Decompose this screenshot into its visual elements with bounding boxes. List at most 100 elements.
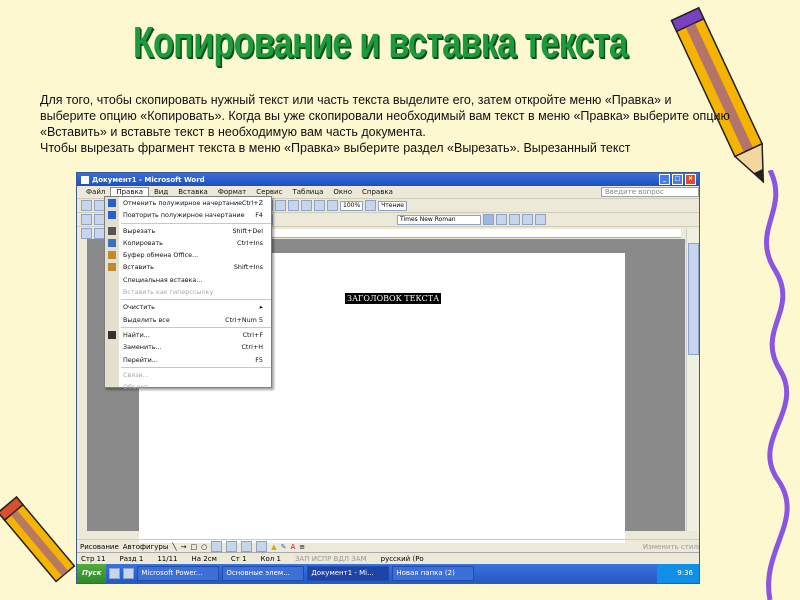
menu-item-label: Вставить как гиперссылку <box>123 288 214 297</box>
view-icon[interactable] <box>81 228 92 239</box>
start-button[interactable]: Пуск <box>77 564 107 583</box>
menu-item[interactable]: Очистить ▸ <box>105 301 271 313</box>
maximize-icon[interactable]: □ <box>672 174 683 185</box>
paragraph-cut: Чтобы вырезать фрагмент текста в меню «П… <box>40 141 631 155</box>
menu-item[interactable]: Найти... Ctrl+F <box>105 329 271 341</box>
undo-icon <box>108 199 116 207</box>
clipboard-icon <box>108 251 116 260</box>
spelling-icon[interactable] <box>81 214 92 225</box>
paragraph-mark-icon[interactable] <box>327 200 338 211</box>
line-color-icon[interactable]: ✎ <box>281 543 287 551</box>
taskbar-item-active[interactable]: Документ1 - Mi... <box>307 566 390 581</box>
clock: 9:36 <box>657 564 699 583</box>
underline-icon[interactable] <box>509 214 520 225</box>
autoshapes-menu[interactable]: Автофигуры <box>123 543 169 551</box>
vertical-scrollbar[interactable] <box>686 229 699 531</box>
menu-item-shortcut: ▸ <box>259 303 263 312</box>
status-modes: ЗАП ИСПР ВДЛ ЗАМ <box>294 554 367 563</box>
status-language: русский (Ро <box>380 554 424 563</box>
slide: Копирование и вставка текста Для того, ч… <box>0 0 800 600</box>
menu-item[interactable]: Заменить... Ctrl+H <box>105 341 271 353</box>
menu-item: Связи... <box>105 369 271 381</box>
menu-item[interactable]: Повторить полужирное начертание F4 <box>105 209 271 221</box>
draw-menu[interactable]: Рисование <box>80 543 119 551</box>
quicklaunch-icon[interactable] <box>109 568 121 579</box>
menu-file[interactable]: Файл <box>81 188 110 196</box>
menu-item[interactable]: Отменить полужирное начертание Ctrl+Z <box>105 197 271 209</box>
decorative-squiggle <box>763 170 790 600</box>
redo-icon <box>108 211 116 220</box>
close-icon[interactable]: × <box>685 174 696 185</box>
zoom-select[interactable]: 100% <box>340 200 364 211</box>
status-pages: 11/11 <box>157 554 178 563</box>
change-style-button[interactable]: Изменить стиль <box>643 543 699 551</box>
help-icon[interactable] <box>365 200 377 211</box>
wordart-icon[interactable] <box>226 541 238 552</box>
italic-icon[interactable] <box>496 214 507 225</box>
menu-item[interactable]: Перейти... F5 <box>105 354 271 366</box>
help-question-input[interactable]: Введите вопрос <box>601 187 699 197</box>
selected-heading-text[interactable]: ЗАГОЛОВОК ТЕКСТА <box>345 293 442 304</box>
menu-item-label: Вставить <box>123 263 154 272</box>
table-icon[interactable] <box>275 200 286 211</box>
menu-item-label: Вырезать <box>123 226 156 235</box>
edit-dropdown-menu: Отменить полужирное начертание Ctrl+Z Повт… <box>104 196 272 391</box>
menu-item: Вставить как гиперссылку <box>105 286 271 298</box>
align-left-icon[interactable] <box>522 214 533 225</box>
font-color-icon[interactable]: A <box>290 543 295 551</box>
slide-title: Копирование и вставка текста <box>132 18 628 67</box>
fill-color-icon[interactable]: ▲ <box>271 543 276 551</box>
new-doc-icon[interactable] <box>81 200 92 211</box>
scissors-icon <box>108 226 116 235</box>
menu-item-label: Отменить полужирное начертание <box>123 199 243 207</box>
menu-item[interactable]: Выделить все Ctrl+Num 5 <box>105 314 271 326</box>
menu-item-shortcut: F5 <box>255 355 263 364</box>
bold-icon[interactable] <box>483 214 494 225</box>
taskbar-item[interactable]: Основные элем... <box>222 566 305 581</box>
line-icon[interactable]: ╲ <box>172 543 176 551</box>
align-center-icon[interactable] <box>535 214 546 225</box>
menu-item-shortcut: Ctrl+Z <box>241 199 263 207</box>
menu-item-shortcut: Ctrl+F <box>242 330 263 339</box>
font-select[interactable]: Times New Roman <box>397 214 481 225</box>
clipart-icon[interactable] <box>241 541 253 552</box>
docmap-icon[interactable] <box>314 200 325 211</box>
oval-icon[interactable]: ○ <box>201 543 207 551</box>
menu-item[interactable]: Специальная вставка... <box>105 274 271 286</box>
menu-item-shortcut: Shift+Del <box>232 226 263 235</box>
menu-view[interactable]: Вид <box>149 188 173 196</box>
picture-icon[interactable] <box>256 541 268 552</box>
drawing-icon[interactable] <box>301 200 312 211</box>
menu-insert[interactable]: Вставка <box>173 188 213 196</box>
arrow-icon[interactable]: → <box>181 543 187 551</box>
rectangle-icon[interactable]: □ <box>190 543 197 551</box>
menu-format[interactable]: Формат <box>213 188 251 196</box>
status-column: Кол 1 <box>260 554 281 563</box>
window-title: Документ1 - Microsoft Word <box>92 175 205 184</box>
quicklaunch-icon[interactable] <box>123 568 135 579</box>
menu-item-shortcut: Ctrl+H <box>241 343 263 352</box>
drawing-toolbar: Рисование Автофигуры ╲ → □ ○ ▲ ✎ A ≡ Изм… <box>77 539 699 553</box>
textbox-icon[interactable] <box>211 541 223 552</box>
word-app-icon <box>81 175 89 184</box>
menu-separator <box>121 299 271 301</box>
menu-help[interactable]: Справка <box>357 188 398 196</box>
copy-icon <box>108 238 116 247</box>
vertical-ruler <box>77 239 87 531</box>
scroll-thumb[interactable] <box>688 243 699 355</box>
taskbar-item[interactable]: Microsoft Power... <box>137 566 220 581</box>
menu-tools[interactable]: Сервис <box>251 188 287 196</box>
columns-icon[interactable] <box>288 200 299 211</box>
menu-item[interactable]: Буфер обмена Office... <box>105 249 271 261</box>
menu-item[interactable]: Вставить Shift+Ins <box>105 261 271 273</box>
menu-separator <box>121 366 271 368</box>
line-style-icon[interactable]: ≡ <box>299 543 305 551</box>
menu-table[interactable]: Таблица <box>287 188 328 196</box>
reading-mode-button[interactable]: Чтение <box>378 200 407 211</box>
taskbar: Пуск Microsoft Power... Основные элем...… <box>77 564 699 583</box>
menu-window[interactable]: Окно <box>328 188 357 196</box>
menu-item[interactable]: Вырезать Shift+Del <box>105 225 271 237</box>
menu-item[interactable]: Копировать Ctrl+Ins <box>105 237 271 249</box>
minimize-icon[interactable]: _ <box>659 174 670 185</box>
taskbar-item[interactable]: Новая папка (2) <box>392 566 475 581</box>
